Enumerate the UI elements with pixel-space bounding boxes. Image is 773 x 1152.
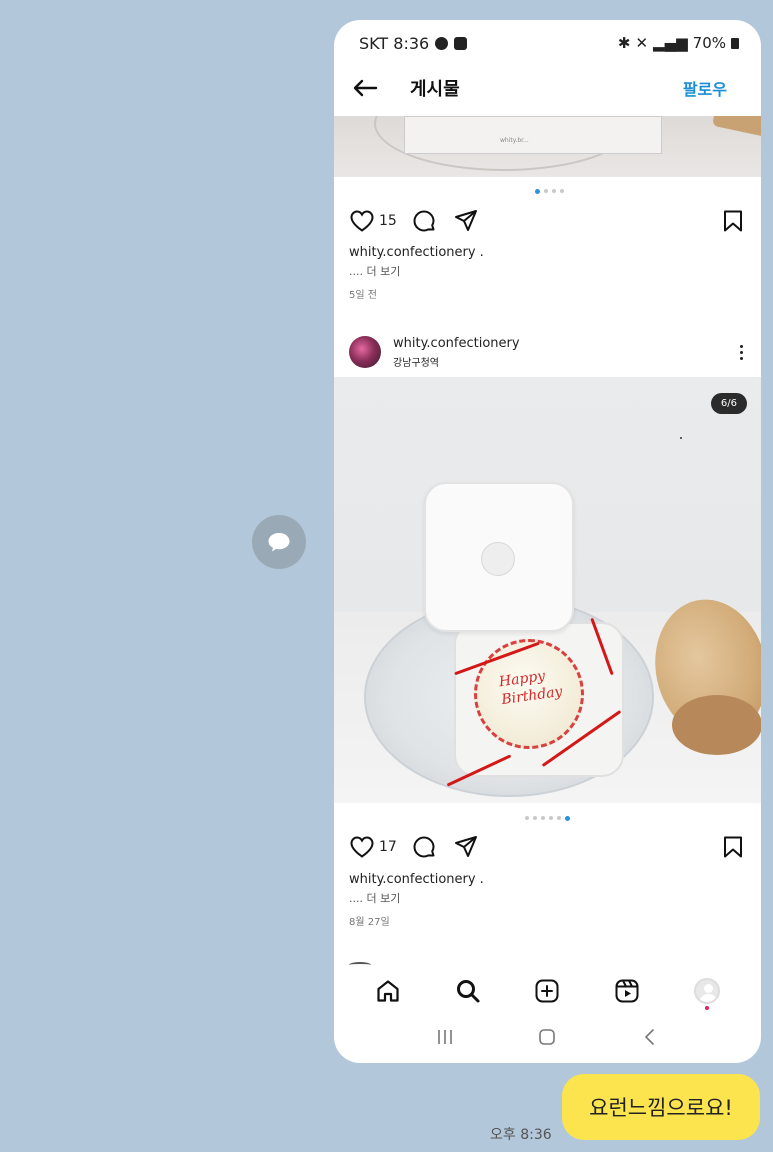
carousel-dot xyxy=(525,816,529,820)
avatar[interactable] xyxy=(349,336,381,368)
post2-more-link[interactable]: .... 더 보기 xyxy=(349,890,400,906)
bookmark-icon xyxy=(724,210,742,232)
post2-location[interactable]: 강남구청역 xyxy=(393,354,520,369)
send-icon xyxy=(454,836,477,857)
like-button[interactable] xyxy=(349,835,375,859)
post2-image[interactable]: Happy Birthday 6/6 xyxy=(334,377,761,803)
post2-carousel-dots xyxy=(525,816,570,821)
post1-action-bar: 15 xyxy=(349,206,744,236)
carousel-dot xyxy=(535,189,540,194)
battery-icon xyxy=(731,37,739,49)
heart-icon xyxy=(350,210,374,232)
message-time: 오후 8:36 xyxy=(490,1127,552,1143)
nav-reels[interactable] xyxy=(612,976,642,1006)
image-counter: 6/6 xyxy=(710,393,747,414)
wooden-stand-base xyxy=(672,695,761,755)
carousel-dot xyxy=(552,189,556,193)
notification-dot xyxy=(705,1006,710,1010)
post1-more-link[interactable]: .... 더 보기 xyxy=(349,263,400,279)
bookmark-button[interactable] xyxy=(722,209,744,233)
comment-icon xyxy=(413,836,435,858)
carousel-dot xyxy=(533,816,537,820)
post2-username[interactable]: whity.confectionery xyxy=(393,336,520,351)
system-back-icon xyxy=(644,1029,654,1045)
post1-caption[interactable]: whity.confectionery . xyxy=(349,245,484,260)
page-title: 게시물 xyxy=(410,79,460,100)
wood-board xyxy=(711,116,761,138)
follow-button[interactable]: 팔로우 xyxy=(683,76,727,100)
post2-caption[interactable]: whity.confectionery . xyxy=(349,872,484,887)
bookmark-button[interactable] xyxy=(722,835,744,859)
speck xyxy=(680,437,682,439)
battery-level: 70% xyxy=(692,34,726,52)
nav-home[interactable] xyxy=(373,976,403,1006)
like-button[interactable] xyxy=(349,209,375,233)
reels-icon xyxy=(615,979,639,1003)
top-app-bar: 게시물 팔로우 xyxy=(334,66,761,110)
carousel-dot xyxy=(560,189,564,193)
post2-header: whity.confectionery 강남구청역 xyxy=(349,332,747,372)
nav-profile[interactable] xyxy=(692,976,722,1010)
back-button[interactable] xyxy=(352,75,378,101)
more-vert-icon[interactable] xyxy=(735,344,747,360)
mute-icon: ✕ xyxy=(635,34,649,52)
nav-create[interactable] xyxy=(532,976,562,1006)
comment-icon xyxy=(413,210,435,232)
like-count: 17 xyxy=(379,839,397,855)
carousel-dot xyxy=(541,816,545,820)
box-logo xyxy=(481,542,515,576)
post1-carousel-dots xyxy=(535,189,564,194)
nav-search[interactable] xyxy=(453,976,483,1006)
brand-card: whity.br... xyxy=(404,116,662,154)
bookmark-icon xyxy=(724,836,742,858)
like-count: 15 xyxy=(379,213,397,229)
comment-button[interactable] xyxy=(411,834,437,860)
chat-message-bubble[interactable]: 요런느낌으로요! xyxy=(562,1074,760,1140)
search-icon xyxy=(456,980,480,1003)
carrier-time: SKT 8:36 xyxy=(359,33,430,53)
gallery-notification-icon xyxy=(454,36,468,50)
system-navigation xyxy=(334,1020,761,1058)
share-button[interactable] xyxy=(453,834,479,860)
phone-screenshot: SKT 8:36 ✱ ✕ ▂▄▆ 70% 게시물 팔로우 whity.br... xyxy=(334,20,761,1063)
post1-image[interactable]: whity.br... xyxy=(334,116,761,177)
cake-box-lid xyxy=(424,482,574,632)
chat-share-button[interactable] xyxy=(252,515,306,569)
bluetooth-icon: ✱ xyxy=(617,34,631,52)
add-icon xyxy=(535,979,559,1003)
home-button-icon xyxy=(539,1029,556,1045)
carousel-dot xyxy=(565,816,570,821)
back-arrow-icon xyxy=(353,79,378,97)
home-icon xyxy=(377,980,399,1002)
profile-icon xyxy=(694,978,721,1004)
card-text: whity.br... xyxy=(500,137,529,144)
carousel-dot xyxy=(549,816,553,820)
chat-share-icon xyxy=(268,533,290,552)
heart-icon xyxy=(350,836,374,858)
home-system-button[interactable] xyxy=(537,1027,557,1051)
signal-icon: ▂▄▆ xyxy=(653,34,688,52)
post2-date: 8월 27일 xyxy=(349,917,390,928)
post2-action-bar: 17 xyxy=(349,832,744,862)
carousel-dot xyxy=(544,189,548,193)
carousel-dot xyxy=(557,816,561,820)
post1-timestamp: 5일 전 xyxy=(349,290,377,301)
status-bar: SKT 8:36 ✱ ✕ ▂▄▆ 70% xyxy=(334,20,761,66)
system-back-button[interactable] xyxy=(640,1027,660,1051)
recent-apps-icon xyxy=(438,1030,452,1044)
message-notification-icon xyxy=(435,36,449,50)
share-button[interactable] xyxy=(453,208,479,234)
comment-button[interactable] xyxy=(411,208,437,234)
bottom-navigation xyxy=(334,965,761,1017)
recent-apps-button[interactable] xyxy=(435,1027,455,1051)
send-icon xyxy=(454,210,477,231)
